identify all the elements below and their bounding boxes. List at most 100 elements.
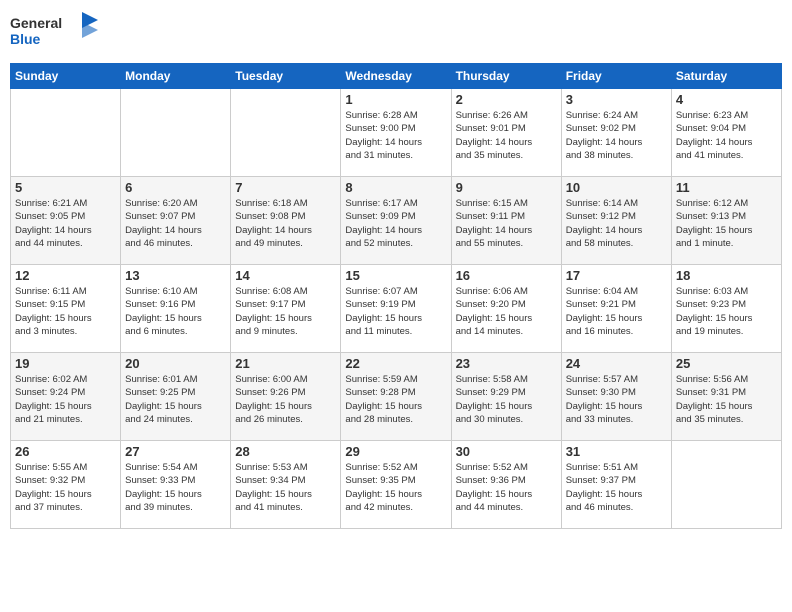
- day-number: 16: [456, 268, 557, 283]
- week-row-2: 5 Sunrise: 6:21 AM Sunset: 9:05 PM Daylig…: [11, 177, 782, 265]
- logo-block: General Blue: [10, 10, 100, 57]
- day-cell: 26 Sunrise: 5:55 AM Sunset: 9:32 PM Dayli…: [11, 441, 121, 529]
- day-number: 19: [15, 356, 116, 371]
- day-number: 24: [566, 356, 667, 371]
- header: General Blue: [10, 10, 782, 57]
- day-number: 1: [345, 92, 446, 107]
- day-number: 7: [235, 180, 336, 195]
- day-info: Sunrise: 6:17 AM Sunset: 9:09 PM Dayligh…: [345, 197, 446, 250]
- day-number: 13: [125, 268, 226, 283]
- day-info: Sunrise: 6:20 AM Sunset: 9:07 PM Dayligh…: [125, 197, 226, 250]
- day-cell: 23 Sunrise: 5:58 AM Sunset: 9:29 PM Dayli…: [451, 353, 561, 441]
- day-info: Sunrise: 5:57 AM Sunset: 9:30 PM Dayligh…: [566, 373, 667, 426]
- day-number: 15: [345, 268, 446, 283]
- day-number: 28: [235, 444, 336, 459]
- week-row-3: 12 Sunrise: 6:11 AM Sunset: 9:15 PM Dayli…: [11, 265, 782, 353]
- day-cell: 21 Sunrise: 6:00 AM Sunset: 9:26 PM Dayli…: [231, 353, 341, 441]
- logo-icon: General Blue: [10, 10, 100, 52]
- day-info: Sunrise: 5:59 AM Sunset: 9:28 PM Dayligh…: [345, 373, 446, 426]
- day-cell: [11, 89, 121, 177]
- day-cell: 12 Sunrise: 6:11 AM Sunset: 9:15 PM Dayli…: [11, 265, 121, 353]
- day-info: Sunrise: 5:52 AM Sunset: 9:35 PM Dayligh…: [345, 461, 446, 514]
- calendar-table: SundayMondayTuesdayWednesdayThursdayFrid…: [10, 63, 782, 529]
- day-cell: 20 Sunrise: 6:01 AM Sunset: 9:25 PM Dayli…: [121, 353, 231, 441]
- day-number: 11: [676, 180, 777, 195]
- day-cell: 25 Sunrise: 5:56 AM Sunset: 9:31 PM Dayli…: [671, 353, 781, 441]
- week-row-4: 19 Sunrise: 6:02 AM Sunset: 9:24 PM Dayli…: [11, 353, 782, 441]
- day-info: Sunrise: 5:58 AM Sunset: 9:29 PM Dayligh…: [456, 373, 557, 426]
- day-cell: 28Sunrise: 5:53 AM Sunset: 9:34 PM Dayli…: [231, 441, 341, 529]
- day-cell: [231, 89, 341, 177]
- day-number: 30: [456, 444, 557, 459]
- day-info: Sunrise: 6:07 AM Sunset: 9:19 PM Dayligh…: [345, 285, 446, 338]
- day-number: 4: [676, 92, 777, 107]
- day-cell: 13 Sunrise: 6:10 AM Sunset: 9:16 PM Dayli…: [121, 265, 231, 353]
- day-number: 9: [456, 180, 557, 195]
- day-info: Sunrise: 6:01 AM Sunset: 9:25 PM Dayligh…: [125, 373, 226, 426]
- day-cell: 6Sunrise: 6:20 AM Sunset: 9:07 PM Daylig…: [121, 177, 231, 265]
- day-number: 22: [345, 356, 446, 371]
- day-info: Sunrise: 5:52 AM Sunset: 9:36 PM Dayligh…: [456, 461, 557, 514]
- day-info: Sunrise: 6:23 AM Sunset: 9:04 PM Dayligh…: [676, 109, 777, 162]
- day-cell: 8 Sunrise: 6:17 AM Sunset: 9:09 PM Daylig…: [341, 177, 451, 265]
- weekday-header-monday: Monday: [121, 64, 231, 89]
- day-info: Sunrise: 6:08 AM Sunset: 9:17 PM Dayligh…: [235, 285, 336, 338]
- day-info: Sunrise: 6:02 AM Sunset: 9:24 PM Dayligh…: [15, 373, 116, 426]
- day-number: 26: [15, 444, 116, 459]
- day-cell: 2Sunrise: 6:26 AM Sunset: 9:01 PM Daylig…: [451, 89, 561, 177]
- day-cell: 11 Sunrise: 6:12 AM Sunset: 9:13 PM Dayli…: [671, 177, 781, 265]
- day-cell: 18Sunrise: 6:03 AM Sunset: 9:23 PM Dayli…: [671, 265, 781, 353]
- day-info: Sunrise: 6:11 AM Sunset: 9:15 PM Dayligh…: [15, 285, 116, 338]
- day-info: Sunrise: 6:06 AM Sunset: 9:20 PM Dayligh…: [456, 285, 557, 338]
- day-cell: 4 Sunrise: 6:23 AM Sunset: 9:04 PM Daylig…: [671, 89, 781, 177]
- weekday-header-wednesday: Wednesday: [341, 64, 451, 89]
- day-number: 8: [345, 180, 446, 195]
- weekday-header-thursday: Thursday: [451, 64, 561, 89]
- weekday-header-saturday: Saturday: [671, 64, 781, 89]
- day-number: 12: [15, 268, 116, 283]
- day-cell: 3Sunrise: 6:24 AM Sunset: 9:02 PM Daylig…: [561, 89, 671, 177]
- day-cell: 22 Sunrise: 5:59 AM Sunset: 9:28 PM Dayli…: [341, 353, 451, 441]
- weekday-header-friday: Friday: [561, 64, 671, 89]
- day-cell: 15 Sunrise: 6:07 AM Sunset: 9:19 PM Dayli…: [341, 265, 451, 353]
- day-number: 5: [15, 180, 116, 195]
- day-info: Sunrise: 6:21 AM Sunset: 9:05 PM Dayligh…: [15, 197, 116, 250]
- day-cell: 14 Sunrise: 6:08 AM Sunset: 9:17 PM Dayli…: [231, 265, 341, 353]
- weekday-header-tuesday: Tuesday: [231, 64, 341, 89]
- day-cell: 19 Sunrise: 6:02 AM Sunset: 9:24 PM Dayli…: [11, 353, 121, 441]
- day-info: Sunrise: 6:28 AM Sunset: 9:00 PM Dayligh…: [345, 109, 446, 162]
- svg-text:General: General: [10, 15, 62, 31]
- day-info: Sunrise: 5:51 AM Sunset: 9:37 PM Dayligh…: [566, 461, 667, 514]
- day-cell: 17 Sunrise: 6:04 AM Sunset: 9:21 PM Dayli…: [561, 265, 671, 353]
- day-info: Sunrise: 6:15 AM Sunset: 9:11 PM Dayligh…: [456, 197, 557, 250]
- day-number: 20: [125, 356, 226, 371]
- day-cell: 5 Sunrise: 6:21 AM Sunset: 9:05 PM Daylig…: [11, 177, 121, 265]
- day-number: 25: [676, 356, 777, 371]
- day-cell: 10Sunrise: 6:14 AM Sunset: 9:12 PM Dayli…: [561, 177, 671, 265]
- day-number: 23: [456, 356, 557, 371]
- day-cell: 31 Sunrise: 5:51 AM Sunset: 9:37 PM Dayli…: [561, 441, 671, 529]
- day-number: 2: [456, 92, 557, 107]
- day-info: Sunrise: 6:12 AM Sunset: 9:13 PM Dayligh…: [676, 197, 777, 250]
- day-number: 21: [235, 356, 336, 371]
- logo: General Blue: [10, 10, 100, 57]
- day-info: Sunrise: 5:55 AM Sunset: 9:32 PM Dayligh…: [15, 461, 116, 514]
- day-cell: [671, 441, 781, 529]
- day-info: Sunrise: 6:04 AM Sunset: 9:21 PM Dayligh…: [566, 285, 667, 338]
- day-info: Sunrise: 6:03 AM Sunset: 9:23 PM Dayligh…: [676, 285, 777, 338]
- day-number: 17: [566, 268, 667, 283]
- day-cell: 1 Sunrise: 6:28 AM Sunset: 9:00 PM Daylig…: [341, 89, 451, 177]
- day-info: Sunrise: 6:10 AM Sunset: 9:16 PM Dayligh…: [125, 285, 226, 338]
- day-number: 14: [235, 268, 336, 283]
- day-cell: 29Sunrise: 5:52 AM Sunset: 9:35 PM Dayli…: [341, 441, 451, 529]
- day-number: 31: [566, 444, 667, 459]
- day-info: Sunrise: 6:00 AM Sunset: 9:26 PM Dayligh…: [235, 373, 336, 426]
- day-number: 27: [125, 444, 226, 459]
- week-row-1: 1 Sunrise: 6:28 AM Sunset: 9:00 PM Daylig…: [11, 89, 782, 177]
- day-cell: 27Sunrise: 5:54 AM Sunset: 9:33 PM Dayli…: [121, 441, 231, 529]
- page: General Blue SundayMondayTuesdayWednesda…: [0, 0, 792, 612]
- day-cell: 16 Sunrise: 6:06 AM Sunset: 9:20 PM Dayli…: [451, 265, 561, 353]
- day-info: Sunrise: 5:56 AM Sunset: 9:31 PM Dayligh…: [676, 373, 777, 426]
- weekday-header-sunday: Sunday: [11, 64, 121, 89]
- day-number: 10: [566, 180, 667, 195]
